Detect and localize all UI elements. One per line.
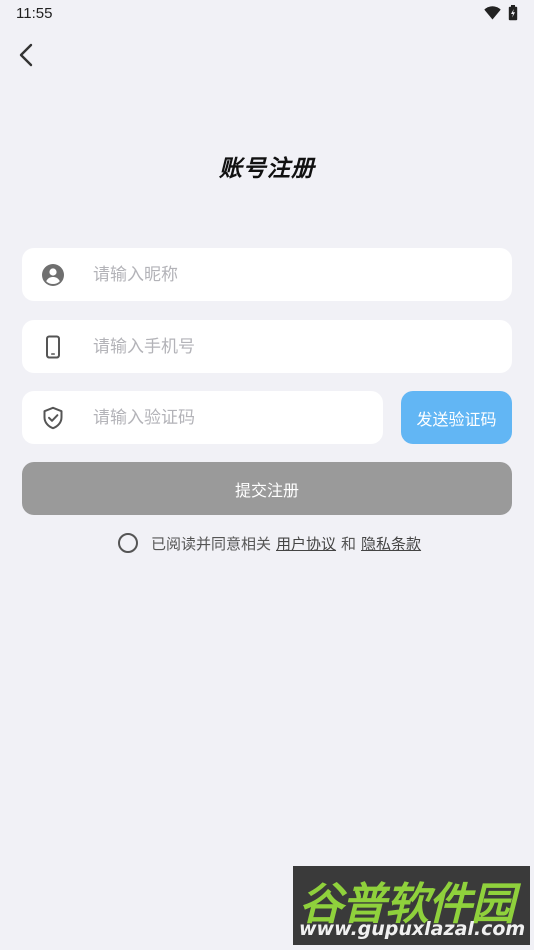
user-agreement-link[interactable]: 用户协议 — [276, 533, 336, 554]
nickname-field[interactable] — [22, 248, 512, 301]
user-circle-icon — [41, 263, 65, 287]
verification-code-field[interactable] — [22, 391, 383, 444]
smartphone-icon — [41, 335, 65, 359]
agree-checkbox[interactable] — [118, 533, 138, 553]
chevron-left-icon — [19, 43, 33, 67]
agreement-conjunction: 和 — [341, 534, 357, 553]
battery-charging-icon — [508, 5, 518, 21]
phone-input[interactable] — [93, 320, 496, 373]
back-button[interactable] — [12, 40, 40, 70]
status-bar: 11:55 — [0, 0, 534, 28]
watermark: 谷普软件园 www.gupuxlazal.com — [293, 866, 530, 945]
send-code-button[interactable]: 发送验证码 — [401, 391, 512, 444]
agreement-row: 已阅读并同意相关 用户协议 和 隐私条款 — [118, 532, 421, 554]
agreement-prefix: 已阅读并同意相关 — [151, 534, 272, 553]
privacy-policy-link[interactable]: 隐私条款 — [361, 533, 421, 554]
phone-field[interactable] — [22, 320, 512, 373]
wifi-icon — [484, 6, 501, 20]
status-time: 11:55 — [16, 5, 53, 22]
submit-register-button[interactable]: 提交注册 — [22, 462, 512, 515]
shield-check-icon — [41, 406, 65, 430]
nickname-input[interactable] — [93, 248, 496, 301]
watermark-url: www.gupuxlazal.com — [299, 918, 526, 940]
page-title: 账号注册 — [219, 156, 315, 182]
verification-code-input[interactable] — [93, 391, 367, 444]
